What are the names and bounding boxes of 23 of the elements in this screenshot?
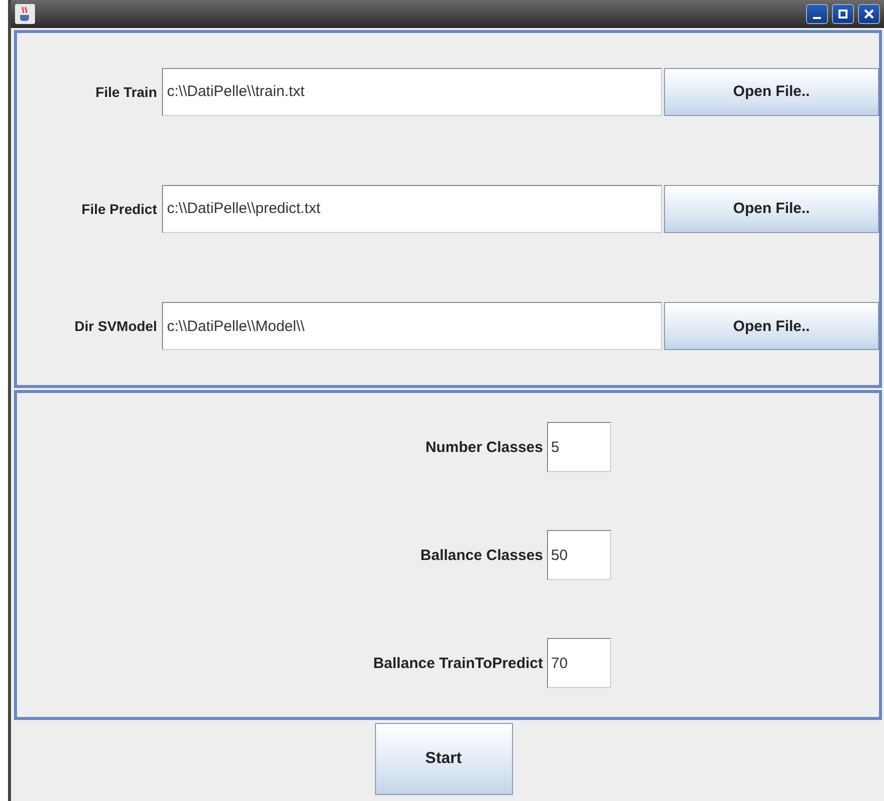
path-field[interactable]: c:\\DatiPelle\\predict.txt — [162, 184, 662, 233]
number-field[interactable]: 70 — [547, 638, 611, 688]
java-cup-icon — [15, 4, 35, 24]
number-field[interactable]: 5 — [547, 422, 611, 472]
path-field[interactable]: c:\\DatiPelle\\train.txt — [162, 68, 662, 116]
close-button[interactable] — [858, 4, 880, 24]
minimize-button[interactable] — [806, 4, 828, 24]
close-icon — [864, 9, 874, 19]
field-label: Ballance Classes — [419, 546, 544, 564]
open-file-button[interactable]: Open File.. — [664, 302, 879, 350]
field-label: Number Classes — [424, 438, 544, 456]
maximize-button[interactable] — [832, 4, 854, 24]
start-button[interactable]: Start — [374, 723, 512, 795]
field-label: File Train — [94, 84, 158, 100]
minimize-icon — [813, 17, 821, 19]
number-field[interactable]: 50 — [547, 530, 611, 580]
field-label: Ballance TrainToPredict — [372, 654, 544, 672]
open-file-button[interactable]: Open File.. — [664, 184, 879, 233]
open-file-button[interactable]: Open File.. — [664, 68, 879, 116]
field-label: Dir SVModel — [74, 318, 158, 334]
field-label: File Predict — [80, 200, 158, 217]
maximize-icon — [838, 9, 848, 19]
path-field[interactable]: c:\\DatiPelle\\Model\\ — [162, 302, 662, 350]
